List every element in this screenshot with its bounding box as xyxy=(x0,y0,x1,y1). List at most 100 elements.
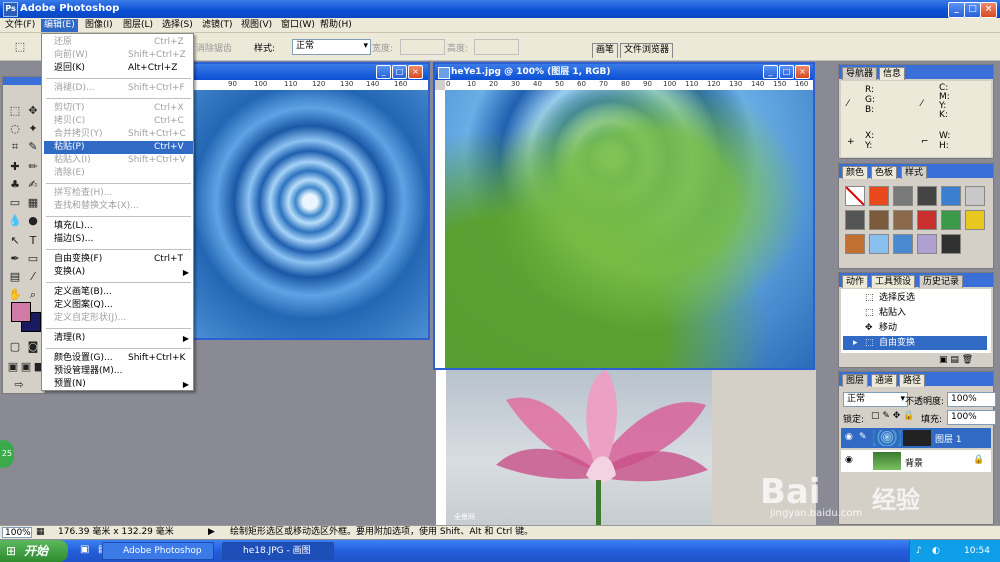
minimize-icon[interactable]: _ xyxy=(948,2,965,18)
document-window-heye1[interactable]: heYe1.jpg @ 100% (图层 1, RGB) _ □ × 0 10 … xyxy=(433,62,815,370)
lock-icons[interactable]: ▢ ✎ ✥ 🔒 xyxy=(871,411,914,421)
menu-file[interactable]: 文件(F) xyxy=(2,19,38,32)
marquee-icon[interactable]: ⬚ xyxy=(7,103,23,119)
edit-menu-item[interactable]: 填充(L)... xyxy=(44,220,193,233)
lasso-icon[interactable]: ◌ xyxy=(7,121,23,137)
tray-icon[interactable]: ◐ xyxy=(932,540,940,562)
edit-menu-item[interactable]: 合并拷贝(Y) Shift+Ctrl+C xyxy=(44,128,193,141)
stamp-icon[interactable]: ♣ xyxy=(7,177,23,193)
path-select-icon[interactable]: ↖ xyxy=(7,233,23,249)
quicklaunch-icon[interactable]: ▣ xyxy=(80,544,89,555)
eyedropper-icon[interactable]: ⁄ xyxy=(25,269,41,285)
edit-menu-item[interactable]: 向前(W) Shift+Ctrl+Z xyxy=(44,49,193,62)
zoom-input[interactable]: 100% xyxy=(2,527,32,538)
edit-menu-item[interactable]: 拷贝(C) Ctrl+C xyxy=(44,115,193,128)
doc1-maximize-icon[interactable]: □ xyxy=(392,65,407,79)
shape-icon[interactable]: ▭ xyxy=(25,251,41,267)
edit-menu-item[interactable]: 定义自定形状(J)... xyxy=(44,312,193,325)
doc1-minimize-icon[interactable]: _ xyxy=(376,65,391,79)
edit-menu-item[interactable]: 颜色设置(G)... Shift+Ctrl+K xyxy=(44,352,193,365)
tab-history[interactable]: 历史记录 xyxy=(919,275,964,288)
tab-actions[interactable]: 动作 xyxy=(842,275,869,288)
edit-menu-item[interactable]: 拼写检查(H)... xyxy=(44,187,193,200)
layer-row-background[interactable]: ◉ 背景 🔒 xyxy=(841,450,991,472)
style-swatch[interactable] xyxy=(845,210,865,230)
style-swatch[interactable] xyxy=(941,210,961,230)
move-icon[interactable]: ✥ xyxy=(25,103,41,119)
tab-color[interactable]: 颜色 xyxy=(842,166,869,179)
fill-input[interactable]: 100% xyxy=(947,410,996,425)
edit-menu-item[interactable]: 变换(A) ▶ xyxy=(44,266,193,279)
style-swatch[interactable] xyxy=(893,186,913,206)
menu-window[interactable]: 窗口(W) xyxy=(278,19,318,32)
style-swatch[interactable] xyxy=(941,186,961,206)
green-badge[interactable]: 25 xyxy=(0,440,14,468)
doc1-close-icon[interactable]: × xyxy=(408,65,423,79)
tab-layers[interactable]: 图层 xyxy=(842,374,869,387)
edit-menu-item[interactable]: 清除(E) xyxy=(44,167,193,180)
layer-row-layer1[interactable]: ◉ ✎ 图层 1 xyxy=(841,428,991,448)
style-swatch[interactable] xyxy=(965,186,985,206)
taskbar-item-photoshop[interactable]: Adobe Photoshop xyxy=(102,542,214,560)
edit-menu-item[interactable]: 定义图案(Q)... xyxy=(44,299,193,312)
menu-help[interactable]: 帮助(H) xyxy=(317,19,355,32)
edit-menu-item[interactable]: 清理(R) ▶ xyxy=(44,332,193,345)
edit-menu-item[interactable]: 预置(N) ▶ xyxy=(44,378,193,391)
blend-mode-select[interactable]: 正常 ▾ xyxy=(843,392,908,407)
history-item[interactable]: ✥ 移动 xyxy=(843,321,987,335)
quick-mask-icon[interactable]: ◙ xyxy=(25,339,41,355)
width-input[interactable] xyxy=(400,39,445,55)
opacity-input[interactable]: 100% xyxy=(947,392,996,407)
jump-to-imageready-icon[interactable]: ⇨ xyxy=(11,377,27,393)
marquee-tool-icon[interactable]: ⬚ xyxy=(12,39,28,55)
eraser-icon[interactable]: ▭ xyxy=(7,195,23,211)
hand-icon[interactable]: ✋ xyxy=(7,287,23,303)
healing-brush-icon[interactable]: ✚ xyxy=(7,159,23,175)
tab-channels[interactable]: 通道 xyxy=(871,374,898,387)
edit-menu-item[interactable]: 描边(S)... xyxy=(44,233,193,246)
tray-icon[interactable]: ♪ xyxy=(916,540,922,562)
menu-view[interactable]: 视图(V) xyxy=(238,19,275,32)
eye-icon[interactable]: ◉ xyxy=(845,432,853,442)
tab-tool-presets[interactable]: 工具预设 xyxy=(871,275,916,288)
slice-icon[interactable]: ✎ xyxy=(25,139,41,155)
style-swatch[interactable] xyxy=(845,186,865,206)
crop-icon[interactable]: ⌗ xyxy=(7,139,23,155)
tab-file-browser[interactable]: 文件浏览器 xyxy=(620,43,674,58)
tab-navigator[interactable]: 导航器 xyxy=(842,67,878,80)
brush-icon[interactable]: ✏ xyxy=(25,159,41,175)
style-swatch[interactable] xyxy=(869,186,889,206)
status-arrow-icon[interactable]: ▶ xyxy=(208,526,215,539)
standard-mode-icon[interactable]: ▢ xyxy=(7,339,23,355)
style-swatch[interactable] xyxy=(845,234,865,254)
doc2-titlebar[interactable]: heYe1.jpg @ 100% (图层 1, RGB) xyxy=(435,64,813,80)
tab-brush[interactable]: 画笔 xyxy=(592,43,619,58)
edit-menu-item[interactable]: 剪切(T) Ctrl+X xyxy=(44,102,193,115)
style-swatch[interactable] xyxy=(893,210,913,230)
blur-icon[interactable]: 💧 xyxy=(7,213,23,229)
edit-menu-item[interactable]: 粘贴(P) Ctrl+V xyxy=(44,141,193,154)
menu-filter[interactable]: 滤镜(T) xyxy=(199,19,236,32)
tab-swatches[interactable]: 色板 xyxy=(871,166,898,179)
gradient-icon[interactable]: ▦ xyxy=(25,195,41,211)
doc2-minimize-icon[interactable]: _ xyxy=(763,65,778,79)
style-swatch[interactable] xyxy=(893,234,913,254)
menu-select[interactable]: 选择(S) xyxy=(159,19,196,32)
edit-menu-item[interactable]: 预设管理器(M)... xyxy=(44,365,193,378)
menu-image[interactable]: 图像(I) xyxy=(82,19,116,32)
zoom-icon[interactable]: ⌕ xyxy=(25,287,41,303)
style-swatch[interactable] xyxy=(941,234,961,254)
edit-menu-item[interactable]: 还原 Ctrl+Z xyxy=(44,36,193,49)
tab-info[interactable]: 信息 xyxy=(879,67,906,80)
style-select[interactable]: 正常 ▾ xyxy=(292,39,371,55)
notes-icon[interactable]: ▤ xyxy=(7,269,23,285)
dodge-icon[interactable]: ● xyxy=(25,213,41,229)
history-footer-icons[interactable]: ▣ ▤ 🗑 xyxy=(939,355,973,365)
doc2-maximize-icon[interactable]: □ xyxy=(779,65,794,79)
edit-menu-item[interactable]: 自由变换(F) Ctrl+T xyxy=(44,253,193,266)
style-swatch[interactable] xyxy=(917,234,937,254)
close-icon[interactable]: × xyxy=(980,2,997,18)
edit-menu-item[interactable]: 查找和替换文本(X)... xyxy=(44,200,193,213)
magic-wand-icon[interactable]: ✦ xyxy=(25,121,41,137)
edit-menu-item[interactable]: 消褪(D)... Shift+Ctrl+F xyxy=(44,82,193,95)
